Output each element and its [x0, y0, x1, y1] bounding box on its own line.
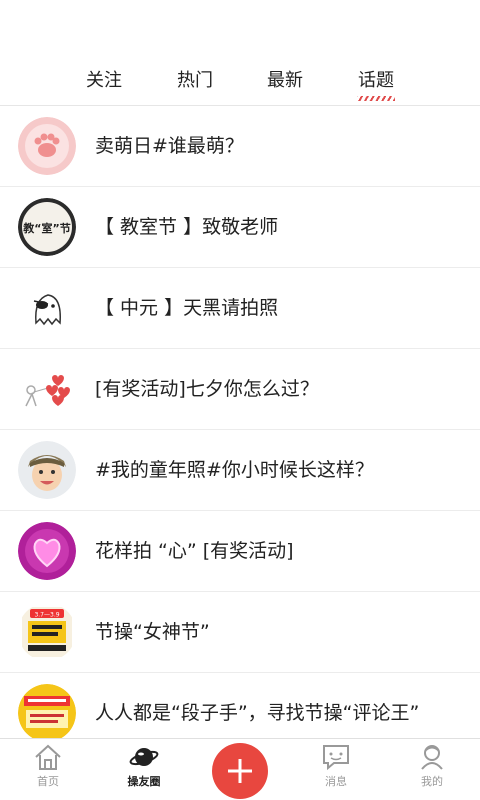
- topic-title: #我的童年照#你小时候长这样？: [95, 459, 374, 481]
- nav-label: 我的: [421, 775, 443, 788]
- topic-item-cute-day[interactable]: 卖萌日#谁最萌？: [0, 106, 480, 187]
- nav-label: 首页: [37, 775, 59, 788]
- topic-title: 【 教室节 】致敬老师: [95, 216, 279, 238]
- tab-label: 话题: [358, 70, 394, 91]
- add-post-button[interactable]: [212, 743, 268, 799]
- topic-item-heart-photo[interactable]: 花样拍 “心” [有奖活动]: [0, 511, 480, 592]
- comment-king-poster-icon: [18, 684, 76, 738]
- nav-label: 操友圈: [127, 775, 161, 788]
- nav-mine[interactable]: 我的: [392, 743, 472, 789]
- topic-item-qixi[interactable]: [有奖活动]七夕你怎么过？: [0, 349, 480, 430]
- tab-label: 关注: [86, 70, 122, 91]
- neon-heart-icon: [18, 522, 76, 580]
- profile-icon: [421, 745, 443, 770]
- top-tab-bar: 关注 热门 最新 话题: [0, 56, 480, 106]
- plus-icon: [228, 759, 252, 783]
- topic-title: 卖萌日#谁最萌？: [95, 135, 244, 157]
- message-icon: [323, 745, 349, 771]
- classroom-festival-badge-icon: 教“室”节: [18, 198, 76, 256]
- bottom-nav-bar: 首页 操友圈 消息 我的: [0, 738, 480, 800]
- topic-title: 人人都是“段子手”，寻找节操“评论王”: [95, 702, 420, 724]
- topic-item-childhood-photo[interactable]: #我的童年照#你小时候长这样？: [0, 430, 480, 511]
- tab-label: 最新: [267, 70, 303, 91]
- home-icon: [35, 744, 61, 770]
- topic-title: 【 中元 】天黑请拍照: [95, 297, 279, 319]
- tab-hot[interactable]: 热门: [155, 66, 235, 92]
- topic-list: 卖萌日#谁最萌？ 教“室”节 【 教室节 】致敬老师 【 中元 】天黑请拍照 […: [0, 106, 480, 738]
- active-tab-indicator: [357, 96, 395, 101]
- tab-topics[interactable]: 话题: [336, 66, 416, 101]
- svg-text:3.7—3.9: 3.7—3.9: [34, 612, 59, 619]
- nav-messages[interactable]: 消息: [296, 743, 376, 789]
- tab-following[interactable]: 关注: [64, 66, 144, 92]
- child-photo-icon: [18, 441, 76, 499]
- topic-item-classroom-festival[interactable]: 教“室”节 【 教室节 】致敬老师: [0, 187, 480, 268]
- topic-title: 节操“女神节”: [95, 621, 210, 643]
- planet-icon: [129, 748, 159, 766]
- topic-item-comment-king[interactable]: 人人都是“段子手”，寻找节操“评论王”: [0, 673, 480, 738]
- nav-label: 消息: [325, 775, 347, 788]
- goddess-festival-poster-icon: 3.7—3.9: [18, 603, 76, 661]
- nav-circle[interactable]: 操友圈: [104, 743, 184, 789]
- ghost-icon: [18, 279, 76, 337]
- status-bar-area: [0, 0, 480, 56]
- svg-text:教“室”节: 教“室”节: [22, 221, 70, 235]
- tab-latest[interactable]: 最新: [245, 66, 325, 92]
- tab-label: 热门: [177, 70, 213, 91]
- topic-title: 花样拍 “心” [有奖活动]: [95, 540, 294, 562]
- topic-title: [有奖活动]七夕你怎么过？: [95, 378, 319, 400]
- nav-home[interactable]: 首页: [8, 743, 88, 789]
- topic-item-ghost-festival[interactable]: 【 中元 】天黑请拍照: [0, 268, 480, 349]
- hearts-balloon-icon: [18, 360, 76, 418]
- topic-item-goddess-festival[interactable]: 3.7—3.9 节操“女神节”: [0, 592, 480, 673]
- cat-paw-icon: [18, 117, 76, 175]
